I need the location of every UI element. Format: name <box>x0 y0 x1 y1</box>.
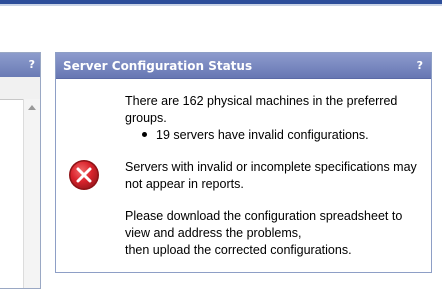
status-bullet-invalid-servers: 19 servers have invalid configurations. <box>142 127 422 144</box>
left-panel-toolbar <box>0 77 40 100</box>
instructions-line-1: Please download the configuration spread… <box>125 209 403 240</box>
status-panel-header: Server Configuration Status ? <box>56 53 431 79</box>
left-panel-help-icon[interactable]: ? <box>29 58 35 71</box>
status-message-instructions: Please download the configuration spread… <box>125 208 425 259</box>
bullet-dot-icon <box>142 132 147 138</box>
status-message-machine-count: There are 162 physical machines in the p… <box>125 94 398 125</box>
scroll-up-arrow-icon[interactable] <box>28 105 36 110</box>
error-x-circle-icon <box>69 160 99 190</box>
left-panel-scrollbar[interactable] <box>23 99 40 288</box>
status-panel-help-icon[interactable]: ? <box>417 59 423 72</box>
instructions-line-2: then upload the corrected configurations… <box>125 243 352 257</box>
status-message-reports-warning: Servers with invalid or incomplete speci… <box>125 160 417 191</box>
bullet-text: 19 servers have invalid configurations. <box>156 128 369 142</box>
left-panel-header: ? <box>0 53 40 77</box>
status-panel-title: Server Configuration Status <box>63 59 253 73</box>
server-configuration-status-panel: Server Configuration Status ? There are … <box>55 52 432 273</box>
top-nav-divider <box>0 4 442 6</box>
left-panel: ? <box>0 52 41 289</box>
